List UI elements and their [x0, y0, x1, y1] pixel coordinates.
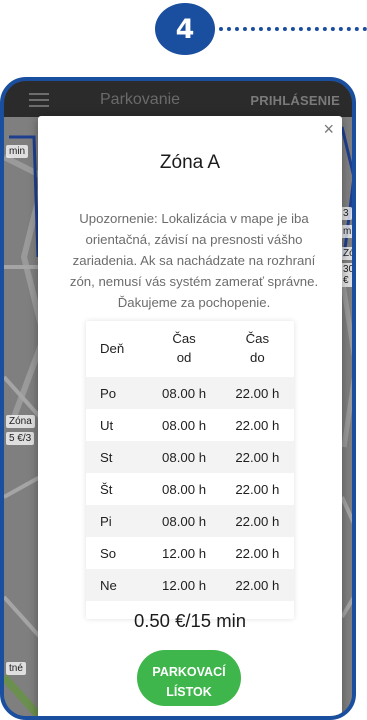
- from-cell: 08.00 h: [162, 449, 207, 465]
- hamburger-menu-icon[interactable]: [29, 93, 49, 107]
- zone-title: Zóna A: [159, 152, 221, 173]
- schedule-row: Št 08.00 h 22.00 h: [86, 473, 294, 505]
- schedule-header-row: Deň Čas od Čas do: [86, 321, 294, 377]
- schedule-row: Pi 08.00 h 22.00 h: [86, 505, 294, 537]
- from-cell: 08.00 h: [162, 513, 207, 529]
- from-cell: 08.00 h: [162, 385, 207, 401]
- to-cell: 22.00 h: [235, 449, 280, 465]
- map-zone-label: tné: [6, 662, 26, 675]
- day-cell: Po: [100, 385, 117, 401]
- from-cell: 08.00 h: [162, 417, 207, 433]
- day-cell: Št: [100, 481, 113, 497]
- step-number: 4: [175, 13, 195, 45]
- app-title: Parkovanie: [100, 91, 181, 108]
- header-time-from: Čas od: [172, 331, 196, 365]
- parking-ticket-button[interactable]: PARKOVACÍ LÍSTOK: [137, 650, 241, 706]
- to-cell: 22.00 h: [235, 577, 280, 593]
- schedule-row: Ne 12.00 h 22.00 h: [86, 569, 294, 601]
- from-cell: 12.00 h: [162, 545, 207, 561]
- header-time-to: Čas do: [245, 331, 270, 365]
- step-dotted-connector: [219, 27, 367, 31]
- day-cell: Pi: [100, 513, 112, 529]
- to-cell: 22.00 h: [235, 417, 280, 433]
- phone-frame: min 3 min Zó 30 € Zóna 5 €/3 tné Parkova…: [0, 77, 356, 720]
- to-cell: 22.00 h: [235, 481, 280, 497]
- day-cell: So: [100, 545, 117, 561]
- day-cell: St: [100, 449, 113, 465]
- tutorial-screen: 4 min 3 min Zó 30 € Zóna: [0, 0, 367, 720]
- schedule-row: So 12.00 h 22.00 h: [86, 537, 294, 569]
- map-zone-label: 5 €/3: [6, 432, 35, 445]
- schedule-row: Po 08.00 h 22.00 h: [86, 377, 294, 409]
- schedule-row: Ut 08.00 h 22.00 h: [86, 409, 294, 441]
- parking-schedule-table: Deň Čas od Čas do Po 08.00 h 22.00 h Ut 08.00…: [86, 321, 294, 619]
- parking-price: 0.50 €/15 min: [133, 610, 247, 631]
- close-icon[interactable]: ×: [323, 120, 334, 138]
- login-button[interactable]: PRIHLÁSENIE: [250, 93, 340, 108]
- from-cell: 12.00 h: [162, 577, 207, 593]
- day-cell: Ne: [100, 577, 117, 593]
- to-cell: 22.00 h: [235, 545, 280, 561]
- app-bar: Parkovanie PRIHLÁSENIE: [4, 81, 352, 117]
- zone-info-dialog: × Zóna A Upozornenie: Lokalizácia v mape…: [38, 116, 342, 716]
- schedule-row: St 08.00 h 22.00 h: [86, 441, 294, 473]
- header-day: Deň: [100, 340, 125, 356]
- step-number-badge: 4: [155, 3, 215, 55]
- to-cell: 22.00 h: [235, 385, 280, 401]
- to-cell: 22.00 h: [235, 513, 280, 529]
- location-notice: Upozornenie: Lokalizácia v mape je iba o…: [69, 211, 319, 310]
- day-cell: Ut: [100, 417, 114, 433]
- map-zone-label: min: [6, 145, 29, 158]
- from-cell: 08.00 h: [162, 481, 207, 497]
- map-zone-label: Zóna: [6, 415, 35, 428]
